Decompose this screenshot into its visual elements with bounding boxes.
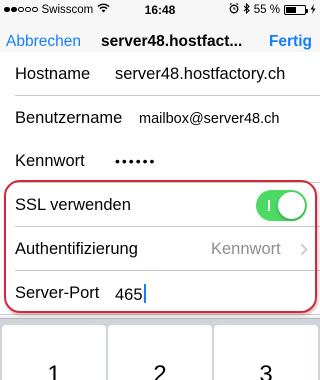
authentication-row[interactable]: Authentifizierung Kennwort xyxy=(0,227,320,271)
authentication-value: Kennwort xyxy=(211,240,281,258)
username-row[interactable]: Benutzername mailbox@server48.ch xyxy=(0,96,320,140)
hostname-label: Hostname xyxy=(15,65,91,83)
bluetooth-icon xyxy=(243,2,250,17)
password-label: Kennwort xyxy=(15,152,85,170)
text-cursor xyxy=(143,284,146,303)
ssl-toggle[interactable] xyxy=(256,190,307,221)
username-field[interactable]: mailbox@server48.ch xyxy=(139,111,279,127)
hostname-row[interactable]: Hostname server48.hostfactory.ch xyxy=(0,52,320,96)
charging-icon xyxy=(310,3,316,17)
server-port-label: Server-Port xyxy=(15,284,100,302)
chevron-right-icon xyxy=(300,241,308,261)
ssl-row: SSL verwenden xyxy=(0,183,320,227)
password-row[interactable]: Kennwort •••••• xyxy=(0,139,320,183)
server-port-row[interactable]: Server-Port 465 xyxy=(0,271,320,315)
done-button[interactable]: Fertig xyxy=(269,33,312,51)
status-bar: Swisscom 16:48 55 % xyxy=(0,0,320,20)
battery-percent: 55 % xyxy=(253,4,280,16)
toggle-knob xyxy=(278,192,305,219)
key-2[interactable]: 2 xyxy=(108,325,212,380)
numeric-keyboard: 1 2 3 xyxy=(0,318,320,380)
username-label: Benutzername xyxy=(15,109,123,127)
authentication-label: Authentifizierung xyxy=(15,240,138,258)
alarm-icon xyxy=(229,3,239,17)
page-title: server48.hostfact... xyxy=(101,33,243,50)
key-1[interactable]: 1 xyxy=(2,325,106,380)
cancel-button[interactable]: Abbrechen xyxy=(6,33,81,51)
battery-icon xyxy=(284,5,308,15)
hostname-field[interactable]: server48.hostfactory.ch xyxy=(115,65,285,84)
status-right: 55 % xyxy=(229,2,316,17)
ssl-label: SSL verwenden xyxy=(15,196,131,214)
toggle-on-mark-icon xyxy=(268,200,270,211)
server-port-value: 465 xyxy=(115,286,143,304)
server-port-field[interactable]: 465 xyxy=(115,284,146,305)
password-field[interactable]: •••••• xyxy=(115,153,156,169)
key-3[interactable]: 3 xyxy=(214,325,318,380)
